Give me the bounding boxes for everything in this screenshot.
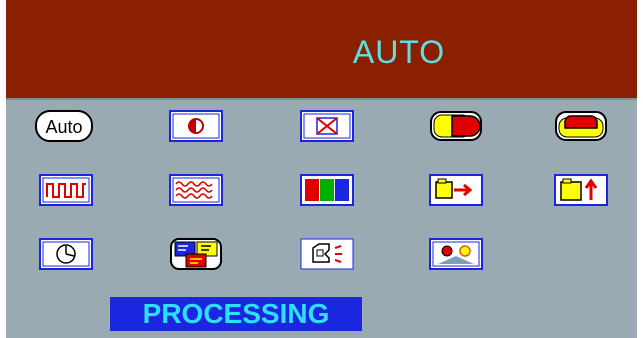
osd-header: AUTO <box>6 0 637 100</box>
auto-adjust-icon[interactable]: Auto <box>34 108 94 144</box>
color-icon[interactable] <box>297 172 357 208</box>
status-banner: PROCESSING <box>110 297 362 331</box>
timer-icon[interactable] <box>36 236 96 272</box>
language-icon[interactable] <box>166 236 226 272</box>
auto-icon-label: Auto <box>45 117 82 137</box>
h-size-icon[interactable] <box>426 108 486 144</box>
v-size-icon[interactable] <box>551 108 611 144</box>
v-position-icon[interactable] <box>551 172 611 208</box>
page-title: AUTO <box>352 34 446 70</box>
clock-icon[interactable] <box>36 172 96 208</box>
contrast-icon[interactable] <box>166 108 226 144</box>
image-setting-icon[interactable] <box>426 236 486 272</box>
recall-icon[interactable] <box>297 236 357 272</box>
phase-icon[interactable] <box>166 172 226 208</box>
auto-icon-svg: Auto <box>35 110 93 142</box>
osd-menu: AUTO Auto PROCESSING <box>0 0 643 338</box>
degauss-icon[interactable] <box>297 108 357 144</box>
h-position-icon[interactable] <box>426 172 486 208</box>
